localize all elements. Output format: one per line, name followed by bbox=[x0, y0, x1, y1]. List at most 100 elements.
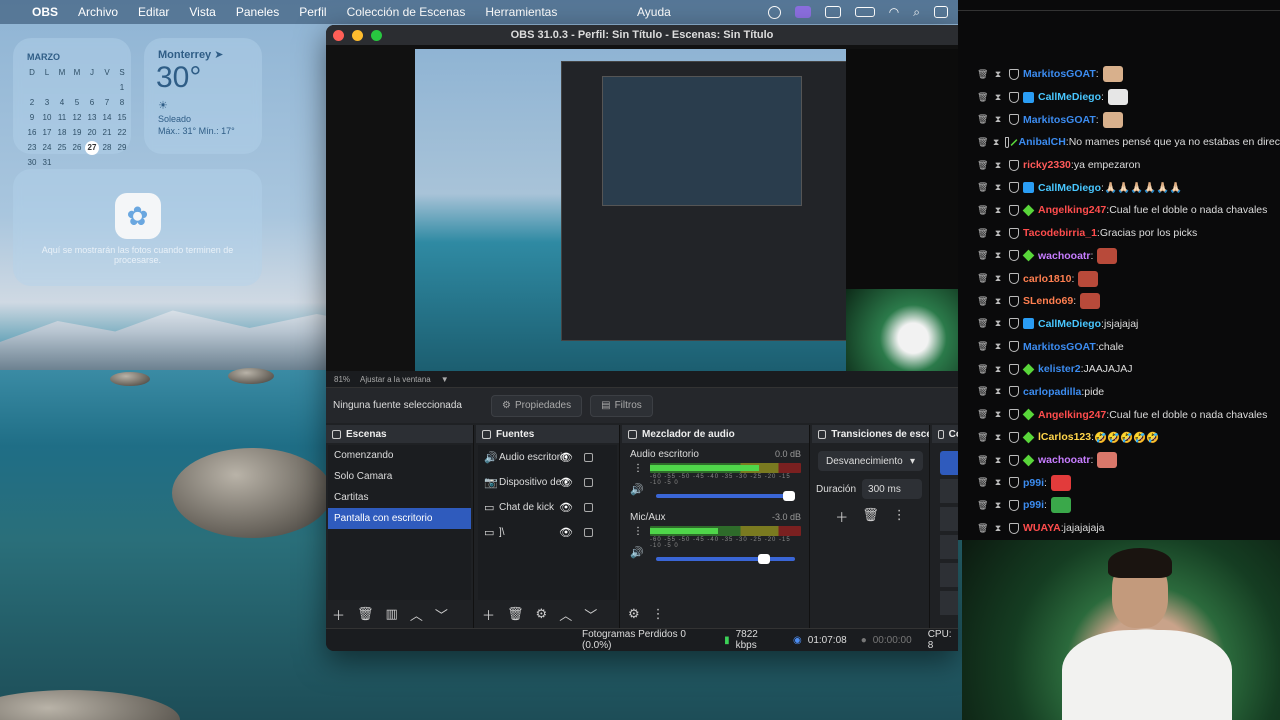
chat-username[interactable]: p99i bbox=[1023, 499, 1044, 511]
chat-username[interactable]: Angelking247 bbox=[1038, 204, 1106, 216]
chat-username[interactable]: MarkitosGOAT bbox=[1023, 114, 1096, 126]
timeout-icon[interactable]: ⧗ bbox=[993, 318, 1003, 329]
scene-item[interactable]: Cartitas bbox=[328, 487, 471, 508]
scene-item[interactable]: Solo Camara bbox=[328, 466, 471, 487]
ban-shield-icon[interactable] bbox=[1009, 409, 1019, 421]
chat-username[interactable]: wachooatr bbox=[1038, 250, 1091, 262]
control-button[interactable] bbox=[940, 535, 958, 559]
delete-message-icon[interactable]: 🗑 bbox=[977, 318, 988, 329]
control-button[interactable] bbox=[940, 591, 958, 615]
chat-username[interactable]: MarkitosGOAT bbox=[1023, 341, 1096, 353]
ban-shield-icon[interactable] bbox=[1009, 386, 1019, 398]
calendar-day[interactable]: 8 bbox=[115, 96, 129, 110]
lock-icon[interactable] bbox=[584, 478, 593, 487]
transitions-header[interactable]: Transiciones de esce... bbox=[812, 425, 929, 443]
calendar-day[interactable]: 20 bbox=[85, 126, 99, 140]
lock-icon[interactable] bbox=[584, 453, 593, 462]
calendar-day[interactable]: 30 bbox=[25, 156, 39, 170]
control-center-icon[interactable] bbox=[934, 6, 948, 18]
timeout-icon[interactable]: ⧗ bbox=[993, 137, 999, 148]
timeout-icon[interactable]: ⧗ bbox=[993, 182, 1003, 193]
chat-username[interactable]: wachooatr bbox=[1038, 454, 1091, 466]
ban-shield-icon[interactable] bbox=[1009, 454, 1019, 466]
timeout-icon[interactable]: ⧗ bbox=[993, 273, 1003, 284]
menu-paneles[interactable]: Paneles bbox=[236, 5, 279, 19]
delete-message-icon[interactable]: 🗑 bbox=[977, 341, 988, 352]
timeout-icon[interactable]: ⧗ bbox=[993, 386, 1003, 397]
trash-icon[interactable]: 🗑 bbox=[357, 606, 374, 622]
source-item[interactable]: ▭ Chat de kick 👁 bbox=[478, 495, 617, 520]
duration-field[interactable]: 300 ms bbox=[862, 479, 923, 499]
start-streaming-button[interactable] bbox=[940, 451, 958, 475]
ban-shield-icon[interactable] bbox=[1009, 227, 1019, 239]
speaker-icon[interactable]: 🔊 bbox=[630, 546, 644, 559]
delete-message-icon[interactable]: 🗑 bbox=[977, 69, 988, 80]
ban-shield-icon[interactable] bbox=[1005, 136, 1009, 148]
controls-header[interactable]: Co bbox=[932, 425, 958, 443]
chat-username[interactable]: Angelking247 bbox=[1038, 409, 1106, 421]
move-down-icon[interactable]: ﹀ bbox=[435, 605, 448, 624]
timeout-icon[interactable]: ⧗ bbox=[993, 409, 1003, 420]
obs-tray-icon[interactable] bbox=[767, 5, 781, 19]
volume-slider[interactable] bbox=[656, 554, 795, 564]
lock-icon[interactable] bbox=[584, 528, 593, 537]
timeout-icon[interactable]: ⧗ bbox=[993, 523, 1003, 534]
move-up-icon[interactable]: ︿ bbox=[410, 605, 423, 624]
menu-perfil[interactable]: Perfil bbox=[299, 5, 326, 19]
chevron-down-icon[interactable]: ▼ bbox=[441, 375, 449, 384]
screen-capture-icon[interactable] bbox=[824, 6, 841, 18]
move-up-icon[interactable]: ︿ bbox=[559, 605, 572, 624]
menu-ayuda[interactable]: Ayuda bbox=[637, 5, 671, 19]
timeout-icon[interactable]: ⧗ bbox=[993, 341, 1003, 352]
control-button[interactable] bbox=[940, 507, 958, 531]
timeout-icon[interactable]: ⧗ bbox=[993, 228, 1003, 239]
trash-icon[interactable]: 🗑 bbox=[862, 507, 879, 526]
chat-username[interactable]: MarkitosGOAT bbox=[1023, 68, 1096, 80]
chat-username[interactable]: Tacodebirria_1 bbox=[1023, 227, 1097, 239]
calendar-day[interactable] bbox=[40, 81, 54, 95]
visibility-icon[interactable]: 👁 bbox=[559, 501, 573, 514]
ban-shield-icon[interactable] bbox=[1009, 250, 1019, 262]
chat-username[interactable]: CallMeDiego bbox=[1038, 182, 1101, 194]
properties-button[interactable]: ⚙ Propiedades bbox=[491, 394, 583, 417]
search-icon[interactable]: ⌕ bbox=[913, 5, 920, 20]
calendar-day[interactable] bbox=[100, 81, 114, 95]
channel-menu-icon[interactable]: ⋮ bbox=[633, 526, 643, 537]
control-button[interactable] bbox=[940, 563, 958, 587]
delete-message-icon[interactable]: 🗑 bbox=[977, 250, 988, 261]
calendar-day[interactable]: 16 bbox=[25, 126, 39, 140]
more-icon[interactable]: ⋮ bbox=[652, 606, 665, 622]
delete-message-icon[interactable]: 🗑 bbox=[977, 92, 988, 103]
move-down-icon[interactable]: ﹀ bbox=[584, 605, 597, 624]
timeout-icon[interactable]: ⧗ bbox=[993, 160, 1003, 171]
chat-username[interactable]: WUAYA bbox=[1023, 522, 1061, 534]
visibility-icon[interactable]: 👁 bbox=[559, 451, 573, 464]
ban-shield-icon[interactable] bbox=[1009, 477, 1019, 489]
calendar-day[interactable] bbox=[25, 81, 39, 95]
ban-shield-icon[interactable] bbox=[1009, 114, 1019, 126]
speaker-icon[interactable]: 🔊 bbox=[630, 483, 644, 496]
menu-coleccion-escenas[interactable]: Colección de Escenas bbox=[347, 5, 466, 19]
calendar-day[interactable]: 3 bbox=[40, 96, 54, 110]
lock-icon[interactable] bbox=[584, 503, 593, 512]
ban-shield-icon[interactable] bbox=[1009, 431, 1019, 443]
calendar-day[interactable]: 13 bbox=[85, 111, 99, 125]
calendar-day[interactable]: 12 bbox=[70, 111, 84, 125]
photos-widget[interactable]: ✿ Aquí se mostrarán las fotos cuando ter… bbox=[13, 169, 262, 286]
timeout-icon[interactable]: ⧗ bbox=[993, 69, 1003, 80]
delete-message-icon[interactable]: 🗑 bbox=[977, 432, 988, 443]
sources-dock-header[interactable]: Fuentes bbox=[476, 425, 619, 443]
chat-username[interactable]: CallMeDiego bbox=[1038, 318, 1101, 330]
calendar-day[interactable]: 18 bbox=[55, 126, 69, 140]
ban-shield-icon[interactable] bbox=[1009, 91, 1019, 103]
ban-shield-icon[interactable] bbox=[1009, 204, 1019, 216]
timeout-icon[interactable]: ⧗ bbox=[993, 364, 1003, 375]
filters-button[interactable]: ▤ Filtros bbox=[590, 394, 653, 417]
calendar-day[interactable]: 27 bbox=[85, 141, 99, 155]
timeout-icon[interactable]: ⧗ bbox=[993, 92, 1003, 103]
control-button[interactable] bbox=[940, 479, 958, 503]
delete-message-icon[interactable]: 🗑 bbox=[977, 114, 988, 125]
visibility-icon[interactable]: 👁 bbox=[559, 476, 573, 489]
ban-shield-icon[interactable] bbox=[1009, 341, 1019, 353]
calendar-day[interactable]: 25 bbox=[55, 141, 69, 155]
